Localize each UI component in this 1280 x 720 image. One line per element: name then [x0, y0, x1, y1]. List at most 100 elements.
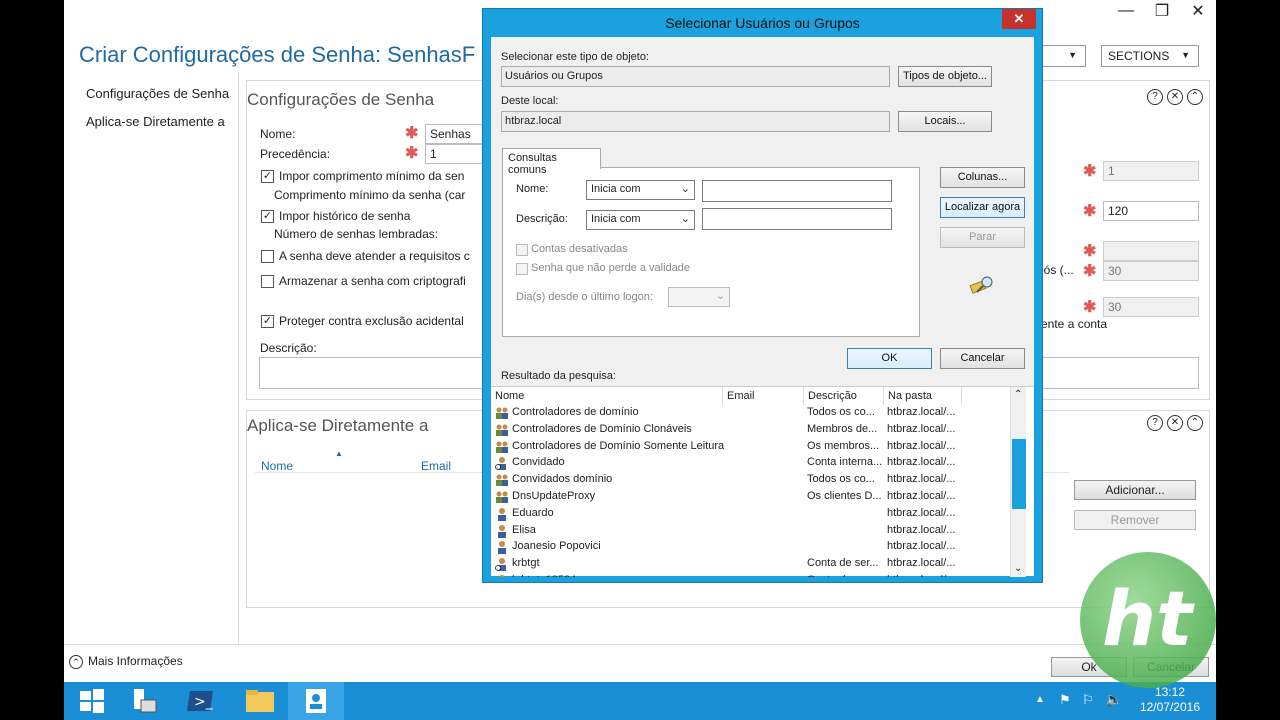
history-checkbox[interactable]: ✓	[261, 210, 274, 223]
column-name[interactable]: Nome	[491, 387, 723, 405]
start-button[interactable]	[64, 682, 120, 720]
stop-button[interactable]: Parar	[940, 227, 1025, 248]
server-manager-app[interactable]	[116, 682, 172, 720]
dialog-close-button[interactable]: ✕	[1002, 9, 1036, 29]
collapse-icon[interactable]: ⌃	[1187, 89, 1203, 105]
nav-item-applies-to[interactable]: Aplica-se Diretamente a	[86, 114, 225, 129]
locations-button[interactable]: Locais...	[898, 111, 992, 132]
add-button[interactable]: Adicionar...	[1074, 480, 1196, 500]
admin-center-icon	[306, 689, 326, 713]
column-folder[interactable]: Na pasta	[884, 387, 962, 405]
required-icon: ✱	[1083, 299, 1097, 316]
tray-flag-icon[interactable]: ⚐	[1082, 692, 1094, 708]
cell-name: Joanesio Popovici	[512, 540, 601, 553]
complexity-checkbox[interactable]	[261, 250, 274, 263]
close-icon[interactable]: ✕	[1180, 0, 1216, 22]
group-icon	[496, 424, 508, 436]
name-field[interactable]: Senhas	[425, 124, 485, 144]
dialog-ok-button[interactable]: OK	[847, 348, 932, 369]
table-row[interactable]: Elisa htbraz.local/...	[491, 523, 1019, 540]
tray-volume-icon[interactable]: 🔈	[1105, 691, 1122, 708]
scroll-down-icon[interactable]: ⌄	[1014, 563, 1022, 574]
remove-button[interactable]: Remover	[1074, 510, 1196, 530]
cell-folder: htbraz.local/...	[887, 473, 956, 486]
cell-folder: htbraz.local/...	[887, 540, 956, 553]
results-scrollbar[interactable]: ⌃ ⌄	[1010, 387, 1026, 577]
description-mode-select[interactable]: Inicia com ⌄	[586, 210, 695, 230]
object-types-button[interactable]: Tipos de objeto...	[898, 66, 992, 87]
scroll-up-icon[interactable]: ⌃	[1014, 389, 1022, 400]
admin-center-app[interactable]	[288, 682, 344, 720]
file-explorer-app[interactable]	[232, 682, 288, 720]
minimize-icon[interactable]: —	[1108, 0, 1144, 22]
lockout-duration-field[interactable]: 30	[1103, 261, 1199, 281]
disabled-accounts-checkbox[interactable]	[516, 244, 528, 256]
help-icon[interactable]: ?	[1147, 415, 1163, 431]
maximize-icon[interactable]: ❐	[1144, 0, 1180, 22]
min-length-field[interactable]: 1	[1103, 161, 1199, 181]
table-row[interactable]: ↓ Convidado Conta interna... htbraz.local/.…	[491, 455, 1019, 472]
table-row[interactable]: Convidados domínio Todos os co... htbraz.l…	[491, 472, 1019, 489]
help-icon[interactable]: ?	[1147, 89, 1163, 105]
collapse-icon[interactable]: ⌃	[1187, 415, 1203, 431]
reversible-encryption-checkbox[interactable]	[261, 275, 274, 288]
columns-button[interactable]: Colunas...	[940, 167, 1025, 188]
days-since-logon-select[interactable]: ⌄	[668, 287, 730, 307]
tray-network-icon[interactable]: ⚑	[1059, 692, 1071, 708]
required-icon: ✱	[1083, 203, 1097, 220]
clock[interactable]: 13:12 12/07/2016	[1140, 685, 1200, 715]
nav-item-password-settings[interactable]: Configurações de Senha	[86, 86, 229, 101]
location-field: htbraz.local	[501, 111, 890, 132]
table-row[interactable]: Eduardo htbraz.local/...	[491, 506, 1019, 523]
chevron-down-icon: ▼	[1181, 50, 1190, 60]
close-section-icon[interactable]: ✕	[1167, 89, 1183, 105]
close-section-icon[interactable]: ✕	[1167, 415, 1183, 431]
min-length-checkbox[interactable]: ✓	[261, 170, 274, 183]
required-icon: ✱	[405, 145, 419, 162]
dialog-cancel-button[interactable]: Cancelar	[940, 348, 1025, 369]
lockout-threshold-field[interactable]	[1103, 241, 1199, 261]
protect-deletion-checkbox[interactable]: ✓	[261, 315, 274, 328]
powershell-app[interactable]: >_	[172, 682, 228, 720]
table-row[interactable]: Joanesio Popovici htbraz.local/...	[491, 539, 1019, 556]
lockout-reset-field[interactable]: 30	[1103, 297, 1199, 317]
user-icon: ↓	[499, 575, 505, 577]
non-expiring-checkbox[interactable]	[516, 263, 528, 275]
table-row[interactable]: ↓ krbtgt_18524 Conta de ser... htbraz.local…	[491, 573, 1019, 577]
tab-common-queries[interactable]: Consultas comuns	[502, 148, 601, 176]
column-email[interactable]: Email	[723, 387, 804, 405]
required-icon: ✱	[1083, 243, 1097, 260]
bottom-bar: ⌃ Mais Informações Ok Cancelar	[64, 644, 1216, 682]
table-row[interactable]: Controladores de Domínio Clonáveis Membro…	[491, 422, 1019, 439]
table-row[interactable]: ↓ krbtgt Conta de ser... htbraz.local/...	[491, 556, 1019, 573]
tray-expand-icon[interactable]: ▲	[1035, 694, 1045, 705]
cell-name: Convidados domínio	[512, 473, 613, 486]
description-input[interactable]	[702, 208, 892, 230]
cell-name: Controladores de Domínio Clonáveis	[512, 422, 692, 435]
sections-dropdown[interactable]: SECTIONS ▼	[1101, 45, 1199, 67]
select-users-dialog: Selecionar Usuários ou Grupos ✕ Selecion…	[482, 8, 1043, 583]
table-row[interactable]: Controladores de domínio Todos os co... ht…	[491, 405, 1019, 422]
required-icon: ✱	[1083, 263, 1097, 280]
name-input[interactable]	[702, 180, 892, 202]
name-mode-select[interactable]: Inicia com ⌄	[586, 180, 695, 200]
history-sub-label: Número de senhas lembradas:	[274, 227, 439, 241]
page-title: Criar Configurações de Senha: SenhasF	[79, 42, 476, 67]
table-row[interactable]: Controladores de Domínio Somente Leitura…	[491, 439, 1019, 456]
scroll-thumb[interactable]	[1012, 439, 1026, 509]
complexity-label: A senha deve atender a requisitos c	[279, 249, 470, 263]
column-description[interactable]: Descrição	[804, 387, 884, 405]
column-name[interactable]: Nome	[261, 459, 293, 473]
close-icon: ✕	[1013, 11, 1025, 26]
history-count-field[interactable]: 120	[1103, 201, 1199, 221]
search-icon	[969, 275, 995, 298]
precedence-field[interactable]: 1	[425, 144, 485, 164]
object-type-label: Selecionar este tipo de objeto:	[501, 51, 649, 63]
cell-description: Todos os co...	[807, 473, 875, 486]
find-now-button[interactable]: Localizar agora	[940, 197, 1025, 218]
expand-icon[interactable]: ⌃	[69, 655, 83, 669]
more-info-link[interactable]: Mais Informações	[88, 654, 183, 668]
table-row[interactable]: DnsUpdateProxy Os clientes D... htbraz.loc…	[491, 489, 1019, 506]
column-email[interactable]: Email	[421, 459, 451, 473]
user-icon	[498, 507, 506, 521]
